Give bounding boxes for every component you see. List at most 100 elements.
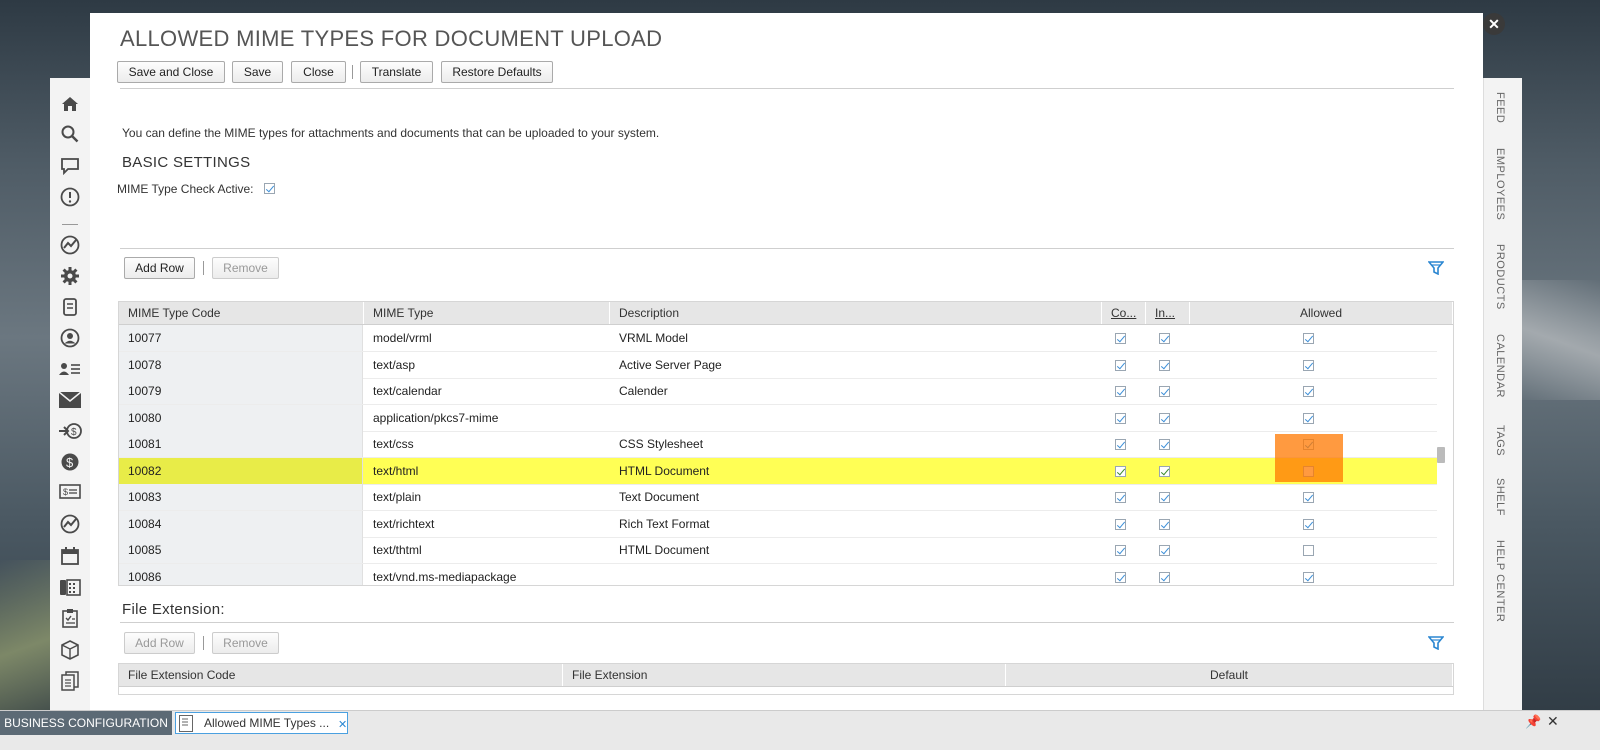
tab-employees[interactable]: EMPLOYEES	[1494, 148, 1506, 220]
allowed-checkbox[interactable]	[1303, 333, 1314, 344]
mime-check-checkbox[interactable]	[264, 183, 275, 194]
remove-button[interactable]: Remove	[212, 257, 279, 279]
in-checkbox[interactable]	[1159, 492, 1170, 503]
allowed-checkbox[interactable]	[1303, 386, 1314, 397]
in-checkbox[interactable]	[1159, 333, 1170, 344]
taskbar-tab[interactable]: Allowed MIME Types ...	[175, 712, 348, 734]
document-icon[interactable]	[58, 295, 82, 319]
table-row[interactable]: 10077 model/vrml VRML Model	[119, 325, 1437, 352]
co-checkbox[interactable]	[1115, 492, 1126, 503]
column-header-in[interactable]: In...	[1146, 302, 1190, 324]
column-header-type[interactable]: MIME Type	[364, 302, 610, 324]
mime-type-cell[interactable]: text/asp	[364, 352, 610, 378]
search-icon[interactable]	[58, 122, 82, 146]
description-cell[interactable]: Calender	[610, 378, 1102, 404]
save-button[interactable]: Save	[232, 61, 283, 83]
in-checkbox[interactable]	[1159, 439, 1170, 450]
in-checkbox[interactable]	[1159, 518, 1170, 530]
co-checkbox[interactable]	[1115, 359, 1126, 371]
description-cell[interactable]	[610, 564, 1102, 586]
mime-type-cell[interactable]: text/calendar	[364, 378, 610, 404]
mime-type-cell[interactable]: application/pkcs7-mime	[364, 405, 610, 431]
contacts-icon[interactable]	[58, 357, 82, 381]
home-icon[interactable]	[58, 92, 82, 116]
close-dialog-icon[interactable]: ✕	[1483, 13, 1505, 35]
table-row[interactable]: 10085 text/thtml HTML Document	[119, 537, 1437, 564]
tab-calendar[interactable]: CALENDAR	[1494, 334, 1506, 398]
column-header-code[interactable]: MIME Type Code	[119, 302, 364, 324]
analytics-icon[interactable]	[58, 233, 82, 257]
file-extension-remove-button[interactable]: Remove	[212, 632, 279, 654]
pages-icon[interactable]	[58, 669, 82, 693]
co-checkbox[interactable]	[1115, 439, 1126, 450]
mime-code-cell[interactable]: 10086	[119, 563, 363, 585]
allowed-checkbox[interactable]	[1303, 492, 1314, 503]
table-row[interactable]: 10086 text/vnd.ms-mediapackage	[119, 563, 1437, 586]
description-cell[interactable]: VRML Model	[610, 325, 1102, 351]
table-row[interactable]: 10082 text/html HTML Document	[119, 457, 1437, 485]
table-row[interactable]: 10081 text/css CSS Stylesheet	[119, 431, 1437, 458]
description-cell[interactable]: CSS Stylesheet	[610, 431, 1102, 457]
pin-icon[interactable]: 📌	[1525, 714, 1541, 730]
tab-tags[interactable]: TAGS	[1494, 425, 1506, 456]
mime-code-cell[interactable]: 10080	[119, 404, 363, 431]
reports-icon[interactable]	[58, 512, 82, 536]
alert-icon[interactable]	[58, 185, 82, 209]
phone-icon[interactable]	[58, 575, 82, 599]
tab-products[interactable]: PRODUCTS	[1494, 244, 1506, 310]
column-header-file-extension-code[interactable]: File Extension Code	[119, 664, 563, 686]
table-row[interactable]: 10083 text/plain Text Document	[119, 484, 1437, 511]
description-cell[interactable]	[610, 405, 1102, 431]
payment-icon[interactable]: $	[58, 419, 82, 443]
mime-type-cell[interactable]: text/html	[364, 458, 610, 484]
co-checkbox[interactable]	[1115, 333, 1126, 344]
mime-code-cell[interactable]: 10081	[119, 431, 363, 457]
table-row[interactable]: 10080 application/pkcs7-mime	[119, 404, 1437, 432]
in-checkbox[interactable]	[1159, 571, 1170, 583]
description-cell[interactable]: Text Document	[610, 484, 1102, 510]
allowed-checkbox[interactable]	[1303, 571, 1314, 583]
add-row-button[interactable]: Add Row	[124, 257, 195, 279]
in-checkbox[interactable]	[1159, 359, 1170, 371]
save-and-close-button[interactable]: Save and Close	[117, 61, 225, 83]
description-cell[interactable]: Rich Text Format	[610, 511, 1102, 537]
mime-code-cell[interactable]: 10084	[119, 510, 363, 537]
allowed-checkbox[interactable]	[1303, 545, 1314, 556]
table-row[interactable]: 10078 text/asp Active Server Page	[119, 351, 1437, 379]
mime-type-cell[interactable]: text/richtext	[364, 511, 610, 537]
close-all-icon[interactable]: ✕	[1547, 713, 1559, 730]
column-header-description[interactable]: Description	[610, 302, 1102, 324]
table-row[interactable]: 10084 text/richtext Rich Text Format	[119, 510, 1437, 538]
tasks-icon[interactable]	[58, 606, 82, 630]
filter-icon[interactable]	[1427, 261, 1445, 276]
co-checkbox[interactable]	[1115, 412, 1126, 424]
translate-button[interactable]: Translate	[360, 61, 433, 83]
allowed-checkbox[interactable]	[1303, 412, 1314, 424]
description-cell[interactable]: Active Server Page	[610, 352, 1102, 378]
mime-type-cell[interactable]: text/vnd.ms-mediapackage	[364, 564, 610, 586]
description-cell[interactable]: HTML Document	[610, 458, 1102, 484]
in-checkbox[interactable]	[1159, 465, 1170, 477]
in-checkbox[interactable]	[1159, 545, 1170, 556]
tab-help-center[interactable]: HELP CENTER	[1494, 540, 1506, 622]
tab-feed[interactable]: FEED	[1494, 92, 1506, 123]
mime-code-cell[interactable]: 10077	[119, 325, 363, 351]
co-checkbox[interactable]	[1115, 386, 1126, 397]
chat-icon[interactable]	[58, 154, 82, 178]
tab-shelf[interactable]: SHELF	[1494, 478, 1506, 516]
mime-type-cell[interactable]: text/css	[364, 431, 610, 457]
co-checkbox[interactable]	[1115, 518, 1126, 530]
mime-code-cell[interactable]: 10085	[119, 537, 363, 563]
mime-type-cell[interactable]: text/plain	[364, 484, 610, 510]
mime-code-cell[interactable]: 10079	[119, 378, 363, 404]
tab-close-icon[interactable]: ✕	[338, 718, 347, 731]
mime-type-cell[interactable]: model/vrml	[364, 325, 610, 351]
allowed-checkbox[interactable]	[1303, 518, 1314, 530]
mime-code-cell[interactable]: 10082	[119, 457, 363, 484]
package-icon[interactable]	[58, 638, 82, 662]
calendar-icon[interactable]	[58, 544, 82, 568]
allowed-checkbox[interactable]	[1303, 359, 1314, 371]
column-header-default[interactable]: Default	[1006, 664, 1453, 686]
taskbar-section-label[interactable]: BUSINESS CONFIGURATION	[0, 711, 172, 735]
file-extension-add-row-button[interactable]: Add Row	[124, 632, 195, 654]
